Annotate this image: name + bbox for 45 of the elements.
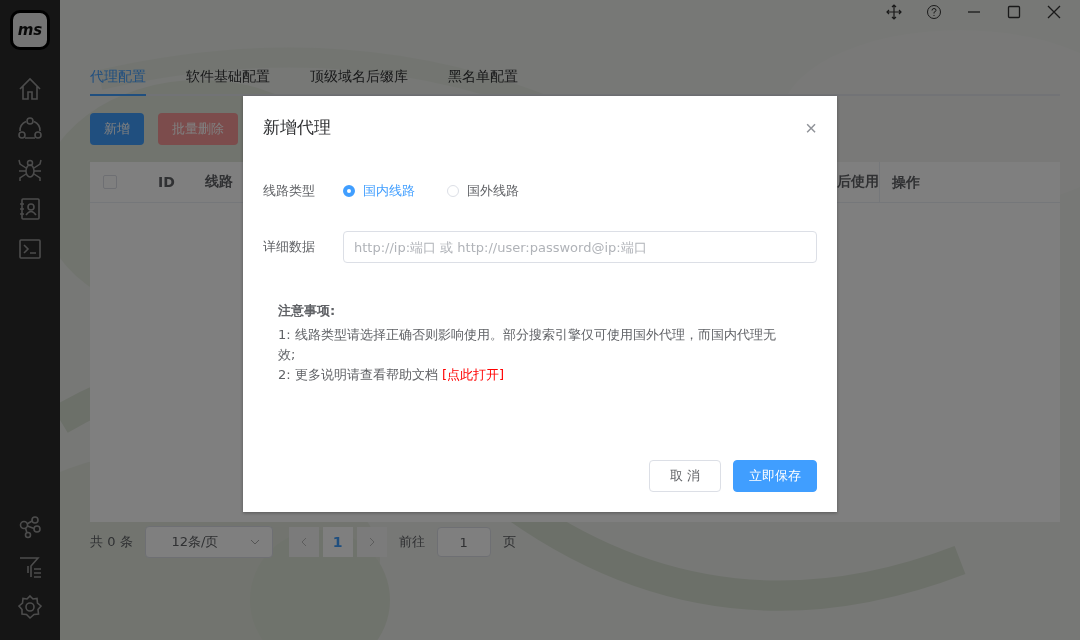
total-count: 共 0 条	[90, 533, 133, 551]
close-button[interactable]: ×	[805, 117, 817, 138]
tab[interactable]: 代理配置	[90, 60, 146, 96]
radio-option[interactable]: 国外线路	[447, 182, 519, 200]
field-label: 详细数据	[263, 238, 316, 256]
cancel-button[interactable]: 取 消	[648, 460, 721, 492]
note-text: 1: 线路类型请选择正确否则影响使用。部分搜索引擎仅可使用国外代理，而国内代理无效;	[278, 326, 777, 364]
dialog-title: 新增代理	[263, 116, 331, 139]
add-button[interactable]: 新增	[90, 113, 144, 145]
chevron-left-icon	[300, 537, 307, 547]
terminal-icon[interactable]	[17, 236, 43, 262]
filter-list-icon[interactable]	[17, 554, 43, 580]
app-logo: ms	[10, 10, 50, 50]
move-icon[interactable]	[886, 4, 902, 20]
column-header: 线路	[204, 173, 233, 191]
note-text: 2: 更多说明请查看帮助文档	[278, 367, 438, 382]
previous-page-button[interactable]	[288, 527, 319, 557]
maximize-icon[interactable]	[1006, 4, 1022, 20]
home-icon[interactable]	[17, 76, 43, 102]
nodes-icon[interactable]	[17, 514, 43, 540]
input-field[interactable]: http://ip:端口 或 http://user:password@ip:端口	[343, 231, 817, 263]
field-label: 线路类型	[263, 182, 316, 200]
help-link[interactable]: [点此打开]	[441, 367, 505, 382]
radio-option[interactable]: 国内线路	[343, 182, 415, 200]
chevron-right-icon	[368, 537, 375, 547]
contact-card-icon[interactable]	[17, 196, 43, 222]
goto-page-field[interactable]: 1	[436, 527, 491, 557]
caret-icon	[249, 539, 260, 545]
save-button[interactable]: 立即保存	[733, 460, 817, 492]
tab[interactable]: 黑名单配置	[448, 60, 518, 96]
page-size-select[interactable]: 12条/页	[144, 526, 273, 558]
notes-title: 注意事项:	[278, 302, 337, 320]
column-header: 操作	[879, 162, 1060, 202]
page-number[interactable]: 1	[322, 527, 353, 557]
goto-label: 前往	[398, 533, 425, 551]
column-header: 后使用	[837, 173, 879, 191]
next-page-button[interactable]	[356, 527, 387, 557]
close-icon[interactable]	[1046, 4, 1062, 20]
column-header: ID	[158, 174, 175, 190]
help-icon[interactable]	[926, 4, 942, 20]
tab[interactable]: 顶级域名后缀库	[310, 60, 408, 96]
tab[interactable]: 软件基础配置	[186, 60, 270, 96]
share-circle-icon[interactable]	[17, 116, 43, 142]
settings-icon[interactable]	[17, 594, 43, 620]
page-unit: 页	[502, 533, 516, 551]
